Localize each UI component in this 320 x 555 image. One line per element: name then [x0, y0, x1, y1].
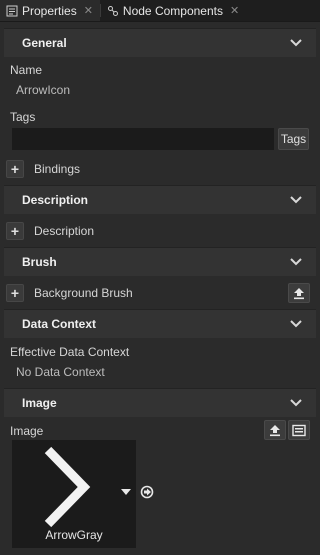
plus-icon: +	[10, 223, 20, 239]
effective-data-context-value: No Data Context	[16, 365, 105, 379]
effective-data-context-label: Effective Data Context	[10, 345, 130, 359]
tab-node-components[interactable]: Node Components ✕	[101, 0, 246, 21]
image-preview[interactable]: ArrowGray	[12, 440, 136, 548]
section-title-general: General	[22, 36, 67, 50]
chevron-down-icon[interactable]	[290, 257, 302, 267]
dropdown-arrow-icon[interactable]	[121, 488, 131, 496]
add-background-brush-button[interactable]: +	[6, 284, 24, 302]
description-item-label: Description	[34, 224, 95, 238]
plus-icon: +	[10, 285, 20, 301]
properties-tab-icon	[6, 5, 18, 16]
plus-icon: +	[10, 161, 20, 177]
browse-image-button[interactable]	[288, 420, 310, 440]
section-title-description: Description	[22, 193, 89, 207]
node-components-tab-icon	[107, 5, 118, 16]
tab-properties-label: Properties	[22, 3, 77, 18]
tab-node-components-label: Node Components	[122, 3, 223, 18]
upload-icon	[294, 287, 304, 299]
upload-image-button[interactable]	[264, 420, 286, 440]
tab-properties[interactable]: Properties ✕	[0, 0, 100, 21]
chevron-down-icon[interactable]	[290, 398, 302, 408]
section-title-image: Image	[22, 396, 57, 410]
chevron-down-icon[interactable]	[290, 195, 302, 205]
tags-input[interactable]	[12, 128, 274, 150]
section-header-general[interactable]: General	[4, 28, 316, 57]
section-header-data-context[interactable]: Data Context	[4, 309, 316, 338]
upload-brush-button[interactable]	[288, 283, 310, 303]
add-binding-button[interactable]: +	[6, 160, 24, 178]
bindings-label: Bindings	[34, 162, 81, 176]
background-brush-label: Background Brush	[34, 286, 133, 300]
image-asset-name: ArrowGray	[45, 528, 103, 542]
section-header-image[interactable]: Image	[4, 388, 316, 417]
upload-icon	[270, 424, 280, 436]
tags-label: Tags	[10, 110, 36, 124]
add-description-button[interactable]: +	[6, 222, 24, 240]
chevron-down-icon[interactable]	[290, 319, 302, 329]
image-label: Image	[10, 424, 44, 438]
image-browse-icon	[292, 424, 306, 436]
chevron-down-icon[interactable]	[290, 38, 302, 48]
section-title-brush: Brush	[22, 255, 57, 269]
name-value[interactable]: ArrowIcon	[16, 83, 70, 97]
tab-bar: Properties ✕ Node Components ✕	[0, 0, 320, 22]
goto-arrow-icon[interactable]	[140, 485, 154, 499]
close-icon[interactable]: ✕	[81, 4, 96, 17]
section-title-data-context: Data Context	[22, 317, 97, 331]
section-header-brush[interactable]: Brush	[4, 247, 316, 276]
section-header-description[interactable]: Description	[4, 185, 316, 214]
tags-button[interactable]: Tags	[278, 128, 309, 150]
name-label: Name	[10, 63, 43, 77]
close-icon[interactable]: ✕	[227, 4, 242, 17]
